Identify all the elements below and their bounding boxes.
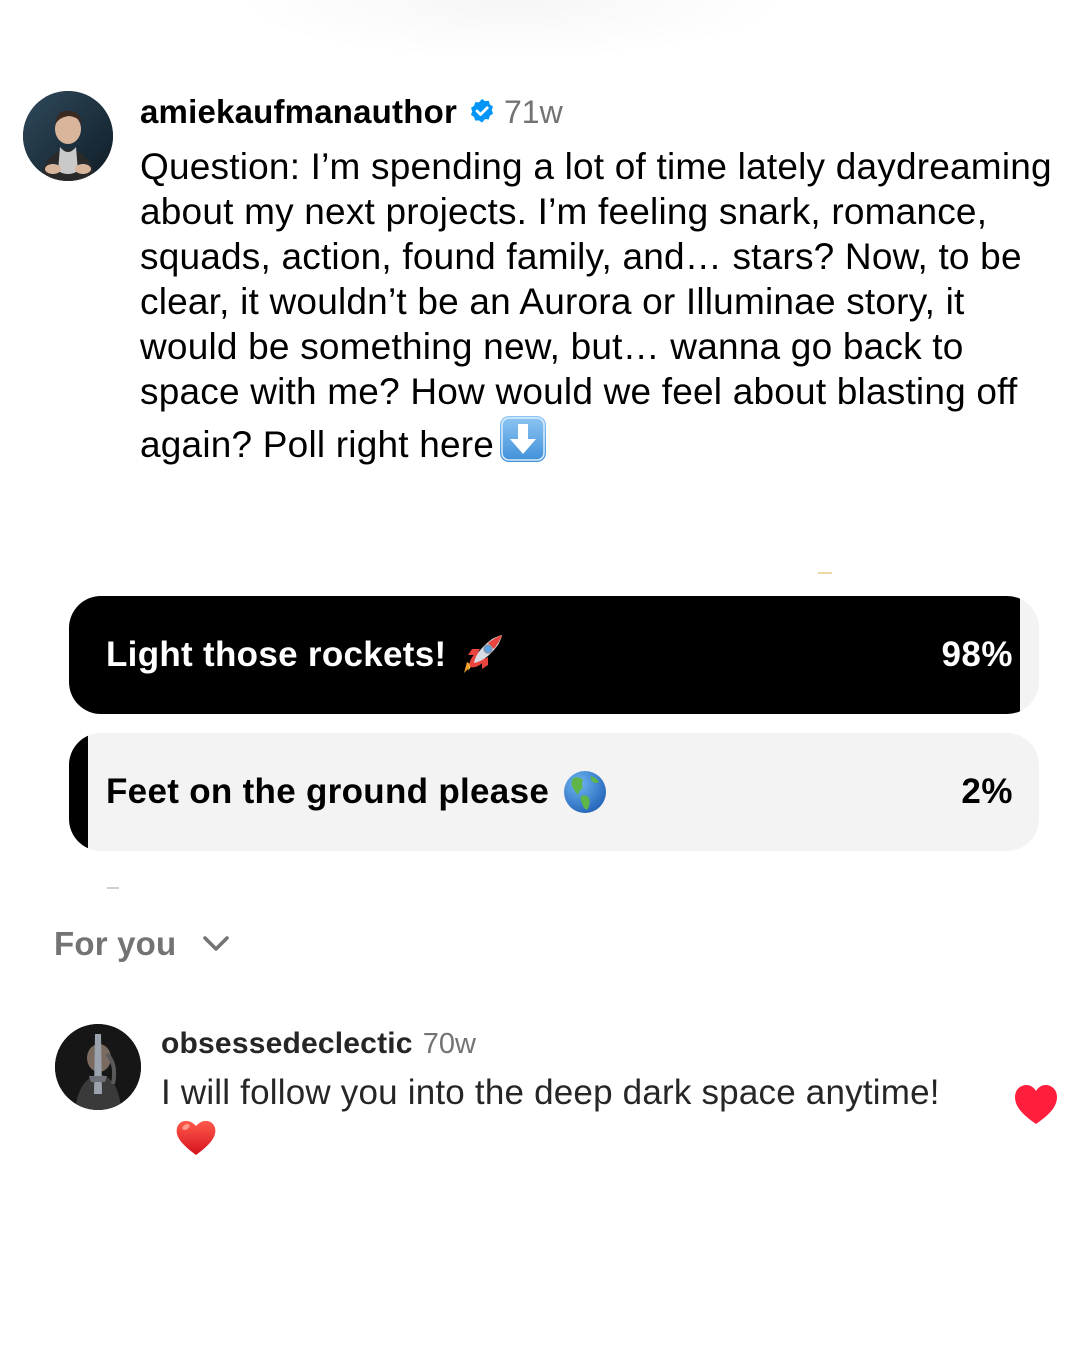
comments-sort-label: For you [54,925,177,962]
poll-option-percent: 98% [941,635,1013,674]
poll-option-label: Feet on the ground please [106,733,609,851]
chevron-down-icon [200,928,232,960]
poll-option-feet-on-the-ground[interactable]: Feet on the ground please 2% [69,733,1039,851]
comments-sort-dropdown[interactable]: For you [54,922,232,966]
post-timestamp: 71w [503,93,563,130]
comment-author-avatar[interactable] [55,1024,141,1110]
top-fade [230,0,790,60]
comment-like-button[interactable] [1013,1083,1059,1127]
decorative-mark [818,572,832,574]
poll-option-fill [69,733,89,851]
heart-icon [1015,1085,1057,1124]
comment-header: obsessedeclectic 70w [161,1024,476,1064]
poll-option-text: Feet on the ground please [106,772,550,811]
post-caption-text: Question: I’m spending a lot of time lat… [140,146,1052,465]
post-header: amiekaufmanauthor 71w [140,92,563,132]
poll-option-label: Light those rockets! [106,596,506,714]
post-caption: Question: I’m spending a lot of time lat… [140,144,1060,467]
comment-timestamp: 70w [422,1027,476,1060]
poll-option-text: Light those rockets! [106,635,447,674]
red-heart-emoji-icon [173,1114,219,1160]
rocket-emoji-icon [458,631,506,679]
globe-emoji-icon [561,768,609,816]
verified-badge-icon [467,97,497,127]
comment-body: I will follow you into the deep dark spa… [161,1073,940,1112]
post-author-username[interactable]: amiekaufmanauthor [140,93,457,131]
comment-text: I will follow you into the deep dark spa… [161,1071,981,1160]
comment-author-username[interactable]: obsessedeclectic [161,1027,413,1061]
poll-option-light-those-rockets[interactable]: Light those rockets! 98% [69,596,1039,714]
down-arrow-emoji-icon [498,414,548,464]
post-author-avatar[interactable] [23,91,113,181]
poll-option-percent: 2% [961,772,1013,811]
decorative-mark [107,887,119,889]
